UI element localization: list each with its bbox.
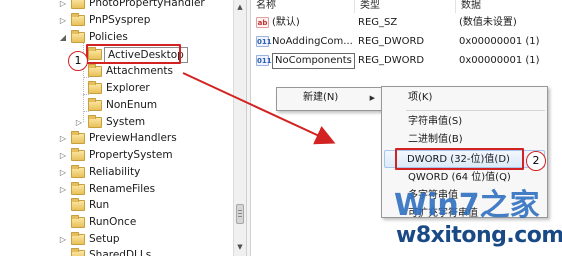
reg-sz-icon: ab — [256, 17, 269, 28]
tree-item-label: NonEnum — [106, 99, 158, 111]
tree-item-reliability[interactable]: ▷ Reliability — [58, 164, 233, 181]
tree-item-label: Attachments — [106, 65, 174, 77]
tree-scrollbar[interactable]: ▲ ▼ — [233, 0, 246, 256]
expand-icon[interactable]: ▷ — [58, 181, 68, 198]
folder-icon — [71, 131, 85, 144]
value-type: REG_SZ — [358, 17, 398, 28]
column-header-type[interactable]: 类型 — [355, 0, 456, 13]
folder-icon — [88, 115, 102, 128]
tree-item-system[interactable]: ▷ System — [74, 114, 233, 131]
menu-item-new[interactable]: 新建(N) ▶ — [277, 89, 383, 108]
tree-item-run[interactable]: Run — [58, 197, 233, 214]
expand-icon — [58, 247, 68, 256]
folder-icon — [71, 248, 85, 256]
tree-item-label: PreviewHandlers — [89, 132, 177, 144]
value-name: NoAddingCom... — [272, 36, 353, 47]
expand-icon[interactable]: ▷ — [58, 164, 68, 181]
tree-item-label: PhotoPropertyHandler — [89, 0, 205, 9]
column-header-data[interactable]: 数据 — [456, 0, 562, 13]
tree-item-label: PropertySystem — [89, 149, 173, 161]
activedesktop-highlight-box — [86, 44, 181, 64]
tree-item-label: SharedDLLs — [89, 249, 152, 256]
reg-dword-icon: 011 — [256, 36, 272, 47]
scroll-thumb[interactable] — [236, 204, 244, 224]
tree-item-nonenum[interactable]: NonEnum — [74, 97, 233, 114]
menu-item-key[interactable]: 项(K) — [382, 89, 547, 107]
folder-icon — [71, 232, 85, 245]
value-data: 0x00000001 (1) — [459, 55, 540, 66]
context-menu: 新建(N) ▶ — [276, 87, 384, 111]
expand-icon[interactable]: ▷ — [58, 147, 68, 164]
tree-item-label: Explorer — [106, 82, 150, 94]
watermark-site-text: w8xitong.com — [396, 223, 562, 248]
expand-icon[interactable]: ▷ — [74, 114, 84, 131]
value-type: REG_DWORD — [358, 55, 425, 66]
tree-item-label: System — [106, 116, 146, 128]
folder-icon — [71, 0, 85, 9]
tree-item-propertysystem[interactable]: ▷ PropertySystem — [58, 147, 233, 164]
watermark-logo-text: Win7之家 — [394, 188, 540, 223]
tree-item-previewhandlers[interactable]: ▷ PreviewHandlers — [58, 130, 233, 147]
tree-item-label: Setup — [89, 233, 120, 245]
step-marker-2: 2 — [526, 151, 546, 171]
scroll-up-icon[interactable]: ▲ — [235, 2, 245, 12]
step-marker-1: 1 — [68, 51, 88, 71]
menu-item-string-value[interactable]: 字符串值(S) — [382, 113, 547, 131]
value-name: (默认) — [272, 17, 300, 28]
menu-item-binary-value[interactable]: 二进制值(B) — [382, 131, 547, 149]
reg-dword-icon: 011 — [256, 55, 272, 66]
folder-icon — [71, 182, 85, 195]
dword-highlight-box — [395, 148, 524, 170]
column-header-name[interactable]: 名称 — [251, 0, 355, 13]
tree-item-shareddlls[interactable]: SharedDLLs — [58, 247, 233, 256]
menu-separator — [406, 110, 545, 111]
folder-open-icon — [71, 30, 85, 43]
value-name-editor[interactable]: NoComponents — [272, 53, 355, 69]
win7-logo-watermark: Win7之家 — [394, 188, 540, 223]
value-type: REG_DWORD — [358, 36, 425, 47]
folder-icon — [88, 64, 102, 77]
folder-icon — [71, 13, 85, 26]
expand-icon — [58, 214, 68, 231]
expand-icon[interactable]: ▷ — [58, 130, 68, 147]
folder-icon — [71, 165, 85, 178]
value-row[interactable]: 011 NoComponents REG_DWORD 0x00000001 (1… — [251, 52, 562, 69]
folder-icon — [71, 148, 85, 161]
chevron-right-icon: ▶ — [369, 94, 375, 102]
expand-icon[interactable]: ▷ — [58, 231, 68, 248]
expand-icon[interactable]: ▷ — [58, 12, 68, 29]
tree-item-label: RunOnce — [89, 216, 137, 228]
value-data: 0x00000001 (1) — [459, 36, 540, 47]
menu-item-label: 新建(N) — [303, 92, 339, 103]
folder-icon — [71, 198, 85, 211]
tree-item-label: PnPSysprep — [89, 14, 151, 26]
tree-item-setup[interactable]: ▷ Setup — [58, 231, 233, 248]
folder-icon — [71, 215, 85, 228]
tree-item-label: Reliability — [89, 166, 141, 178]
expand-icon — [58, 197, 68, 214]
tree-item-label: RenameFiles — [89, 183, 156, 195]
tree-item-renamefiles[interactable]: ▷ RenameFiles — [58, 181, 233, 198]
scroll-down-icon[interactable]: ▼ — [235, 242, 245, 252]
value-row[interactable]: 011 NoAddingCom... REG_DWORD 0x00000001 … — [251, 33, 562, 50]
tree-item-runonce[interactable]: RunOnce — [58, 214, 233, 231]
tree-item-label: Run — [89, 199, 110, 211]
value-data: (数值未设置) — [459, 17, 517, 28]
registry-key-tree: ▷ PhotoPropertyHandler ▷ PnPSysprep ◢ Po… — [0, 0, 233, 256]
tree-item-pnpsysprep[interactable]: ▷ PnPSysprep — [58, 12, 233, 29]
tree-item-explorer[interactable]: Explorer — [74, 80, 233, 97]
value-row[interactable]: ab (默认) REG_SZ (数值未设置) — [251, 14, 562, 31]
folder-icon — [88, 81, 102, 94]
tree-item-photopropertyhandler[interactable]: ▷ PhotoPropertyHandler — [58, 0, 233, 12]
folder-icon — [88, 98, 102, 111]
tree-item-attachments[interactable]: Attachments — [74, 63, 233, 80]
expand-icon[interactable]: ▷ — [58, 0, 68, 12]
collapse-icon[interactable]: ◢ — [58, 29, 68, 46]
